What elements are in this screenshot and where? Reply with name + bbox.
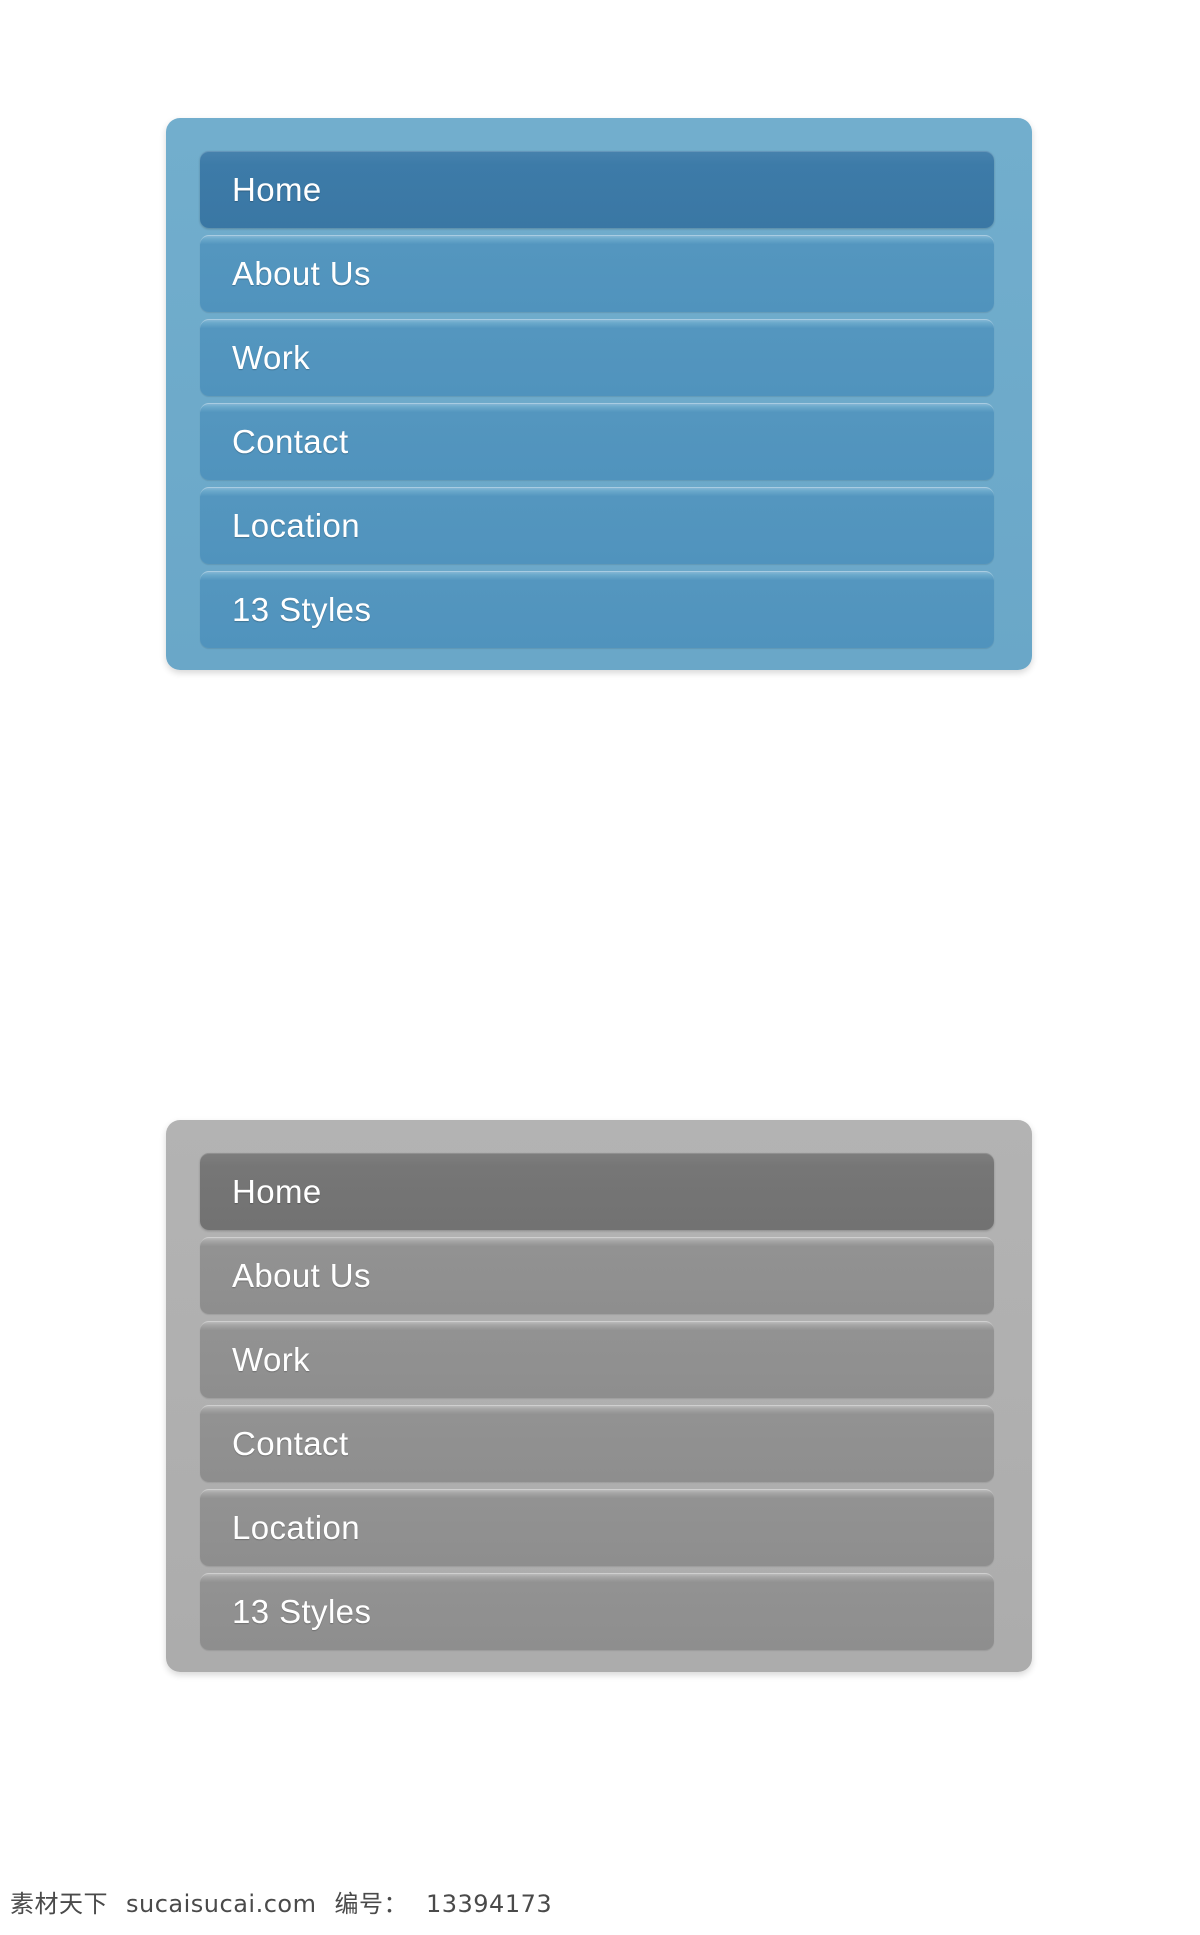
menu-item-home[interactable]: Home (200, 1153, 994, 1230)
menu-item-home[interactable]: Home (200, 151, 994, 228)
menu-item-work[interactable]: Work (200, 319, 994, 396)
menu-item-location[interactable]: Location (200, 487, 994, 564)
menu-item-about-us[interactable]: About Us (200, 1237, 994, 1314)
blue-menu-panel: Home About Us Work Contact Location 13 S… (166, 118, 1032, 670)
gray-menu-list: Home About Us Work Contact Location 13 S… (200, 1153, 994, 1650)
menu-item-13-styles[interactable]: 13 Styles (200, 1573, 994, 1650)
watermark-site-label: 素材天下 (10, 1890, 108, 1918)
page-canvas: Home About Us Work Contact Location 13 S… (0, 0, 1200, 1935)
menu-item-work[interactable]: Work (200, 1321, 994, 1398)
watermark-id-label: 编号： (334, 1890, 408, 1918)
menu-item-location[interactable]: Location (200, 1489, 994, 1566)
watermark-id-number: 13394173 (425, 1890, 553, 1918)
menu-item-contact[interactable]: Contact (200, 1405, 994, 1482)
gray-menu-panel: Home About Us Work Contact Location 13 S… (166, 1120, 1032, 1672)
footer-watermark: 素材天下 sucaisucai.com 编号： 13394173 (10, 1884, 552, 1919)
blue-menu-list: Home About Us Work Contact Location 13 S… (200, 151, 994, 648)
watermark-site-domain: sucaisucai.com (126, 1890, 317, 1918)
menu-item-13-styles[interactable]: 13 Styles (200, 571, 994, 648)
menu-item-contact[interactable]: Contact (200, 403, 994, 480)
menu-item-about-us[interactable]: About Us (200, 235, 994, 312)
